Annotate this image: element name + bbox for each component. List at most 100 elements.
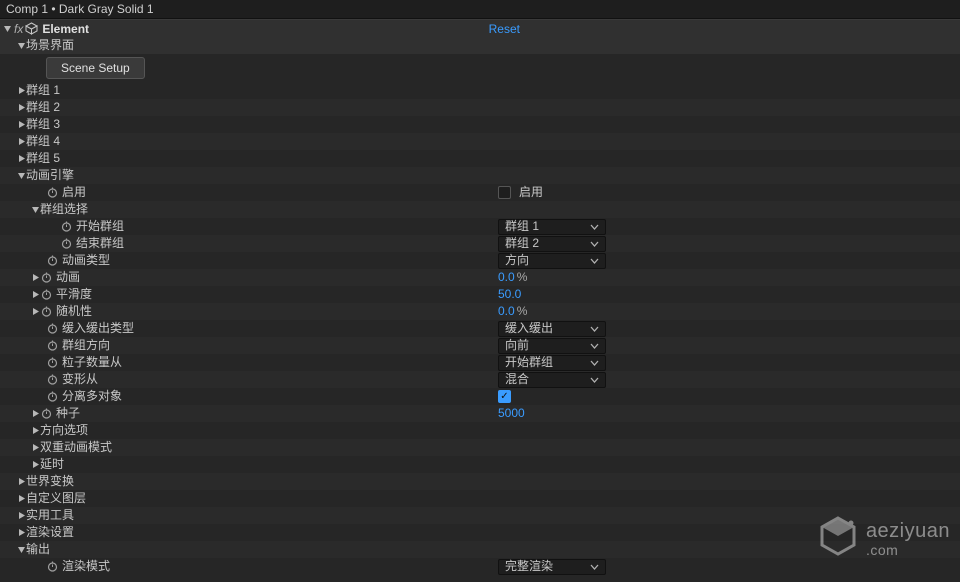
property-row: 平滑度 50.0: [0, 286, 960, 303]
anim-value[interactable]: 0.0%: [498, 269, 527, 286]
group-delay: 延时: [40, 456, 64, 473]
property-row: 双重动画模式: [0, 439, 960, 456]
twirl-down-icon[interactable]: [2, 24, 12, 34]
twirl-right-icon[interactable]: [16, 154, 26, 164]
prop-particle-from: 粒子数量从: [62, 354, 122, 371]
prop-enable: 启用: [62, 184, 86, 201]
property-row: 变形从 混合: [0, 371, 960, 388]
dropdown-value: 群组 1: [505, 218, 539, 235]
property-row: 群组方向 向前: [0, 337, 960, 354]
morph-from-dropdown[interactable]: 混合: [498, 372, 606, 388]
enable-checkbox[interactable]: [498, 186, 511, 199]
stopwatch-icon[interactable]: [40, 408, 52, 420]
property-row: 群组 2: [0, 99, 960, 116]
prop-ease-type: 缓入缓出类型: [62, 320, 134, 337]
stopwatch-icon[interactable]: [60, 238, 72, 250]
stopwatch-icon[interactable]: [60, 221, 72, 233]
property-row: 渲染设置: [0, 524, 960, 541]
twirl-down-icon[interactable]: [16, 171, 26, 181]
smooth-value[interactable]: 50.0: [498, 286, 521, 303]
property-row: 自定义图层: [0, 490, 960, 507]
stopwatch-icon[interactable]: [46, 255, 58, 267]
stopwatch-icon[interactable]: [40, 289, 52, 301]
group-utilities: 实用工具: [26, 507, 74, 524]
stopwatch-icon[interactable]: [46, 187, 58, 199]
property-row: 粒子数量从 开始群组: [0, 354, 960, 371]
property-row: 随机性 0.0%: [0, 303, 960, 320]
property-row: 分离多对象: [0, 388, 960, 405]
twirl-right-icon[interactable]: [30, 409, 40, 419]
chevron-down-icon: [590, 337, 599, 354]
property-row: 群组 3: [0, 116, 960, 133]
twirl-down-icon[interactable]: [16, 41, 26, 51]
start-group-dropdown[interactable]: 群组 1: [498, 219, 606, 235]
prop-render-mode: 渲染模式: [62, 558, 110, 575]
twirl-right-icon[interactable]: [30, 307, 40, 317]
prop-group-dir: 群组方向: [62, 337, 110, 354]
property-row: 群组选择: [0, 201, 960, 218]
prop-random: 随机性: [56, 303, 92, 320]
chevron-down-icon: [590, 558, 599, 575]
twirl-right-icon[interactable]: [16, 528, 26, 538]
prop-seed: 种子: [56, 405, 80, 422]
twirl-right-icon[interactable]: [16, 120, 26, 130]
twirl-right-icon[interactable]: [30, 460, 40, 470]
stopwatch-icon[interactable]: [46, 391, 58, 403]
stopwatch-icon[interactable]: [46, 561, 58, 573]
effect-name: Element: [42, 22, 89, 36]
particle-from-dropdown[interactable]: 开始群组: [498, 355, 606, 371]
property-tree: 场景界面Scene Setup群组 1群组 2群组 3群组 4群组 5动画引擎启…: [0, 37, 960, 579]
twirl-right-icon[interactable]: [30, 273, 40, 283]
stopwatch-icon[interactable]: [46, 340, 58, 352]
render-mode-dropdown[interactable]: 完整渲染: [498, 559, 606, 575]
scene-setup-button[interactable]: Scene Setup: [46, 57, 145, 79]
chevron-down-icon: [590, 235, 599, 252]
separate-multi-checkbox[interactable]: [498, 390, 511, 403]
twirl-down-icon[interactable]: [16, 545, 26, 555]
group-3: 群组 3: [26, 116, 60, 133]
prop-anim-type: 动画类型: [62, 252, 110, 269]
group-world-transform: 世界变换: [26, 473, 74, 490]
twirl-down-icon[interactable]: [30, 205, 40, 215]
prop-smooth: 平滑度: [56, 286, 92, 303]
prop-morph-from: 变形从: [62, 371, 98, 388]
group-custom-layers: 自定义图层: [26, 490, 86, 507]
dropdown-value: 混合: [505, 371, 529, 388]
twirl-right-icon[interactable]: [16, 494, 26, 504]
twirl-right-icon[interactable]: [30, 443, 40, 453]
twirl-right-icon[interactable]: [16, 477, 26, 487]
dropdown-value: 向前: [505, 337, 529, 354]
property-row: 缓入缓出类型 缓入缓出: [0, 320, 960, 337]
twirl-right-icon[interactable]: [16, 137, 26, 147]
property-row: 输出: [0, 541, 960, 558]
twirl-right-icon[interactable]: [16, 511, 26, 521]
stopwatch-icon[interactable]: [46, 374, 58, 386]
stopwatch-icon[interactable]: [40, 272, 52, 284]
ease-type-dropdown[interactable]: 缓入缓出: [498, 321, 606, 337]
twirl-right-icon[interactable]: [30, 426, 40, 436]
group-4: 群组 4: [26, 133, 60, 150]
chevron-down-icon: [590, 371, 599, 388]
twirl-right-icon[interactable]: [16, 103, 26, 113]
group-dir-options: 方向选项: [40, 422, 88, 439]
group-scene-interface: 场景界面: [26, 37, 74, 54]
twirl-right-icon[interactable]: [30, 290, 40, 300]
end-group-dropdown[interactable]: 群组 2: [498, 236, 606, 252]
property-row: 方向选项: [0, 422, 960, 439]
reset-link[interactable]: Reset: [489, 22, 520, 36]
stopwatch-icon[interactable]: [46, 323, 58, 335]
twirl-right-icon[interactable]: [16, 86, 26, 96]
fx-prefix: fx: [14, 22, 23, 36]
property-row: 渲染模式 完整渲染: [0, 558, 960, 575]
stopwatch-icon[interactable]: [40, 306, 52, 318]
group-dir-dropdown[interactable]: 向前: [498, 338, 606, 354]
effect-header: fx Element Reset: [0, 19, 960, 37]
property-row: 群组 5: [0, 150, 960, 167]
anim-type-dropdown[interactable]: 方向: [498, 253, 606, 269]
property-row: 场景界面: [0, 37, 960, 54]
group-2: 群组 2: [26, 99, 60, 116]
seed-value[interactable]: 5000: [498, 405, 525, 422]
property-row: 结束群组群组 2: [0, 235, 960, 252]
stopwatch-icon[interactable]: [46, 357, 58, 369]
random-value[interactable]: 0.0%: [498, 303, 527, 320]
